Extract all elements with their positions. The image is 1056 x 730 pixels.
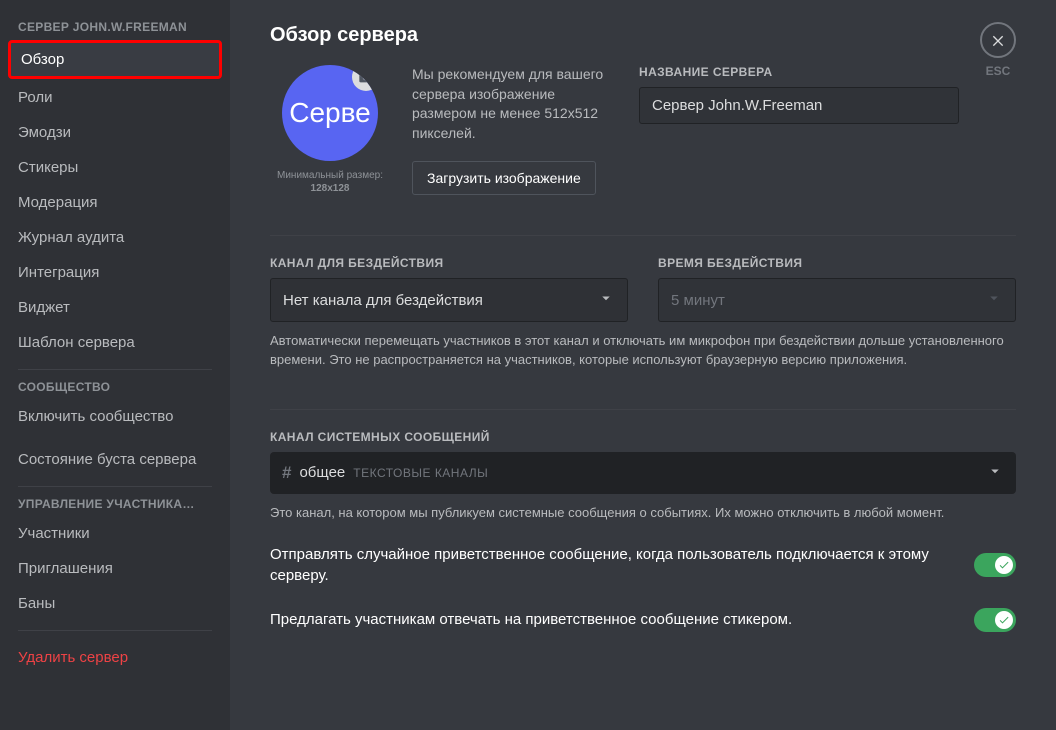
divider xyxy=(270,235,1016,236)
sidebar-item-boost-status[interactable]: Состояние буста сервера xyxy=(8,443,222,476)
chevron-down-icon xyxy=(986,462,1004,484)
server-name-input[interactable] xyxy=(639,87,959,124)
close-button-wrap[interactable]: ESC xyxy=(980,22,1016,78)
sidebar-item-invites[interactable]: Приглашения xyxy=(8,552,222,585)
sidebar-item-delete-server[interactable]: Удалить сервер xyxy=(8,641,222,674)
server-icon-column: Серве Минимальный размер: 128x128 xyxy=(270,65,390,195)
afk-timeout-value: 5 минут xyxy=(671,292,725,309)
sidebar-header: СЕРВЕР JOHN.W.FREEMAN xyxy=(8,20,222,40)
toggle-welcome-switch[interactable] xyxy=(974,553,1016,577)
sidebar-item-moderation[interactable]: Модерация xyxy=(8,186,222,219)
sidebar-section-members: УПРАВЛЕНИЕ УЧАСТНИКА… xyxy=(8,497,222,517)
close-icon xyxy=(980,22,1016,58)
sidebar-item-template[interactable]: Шаблон сервера xyxy=(8,326,222,359)
afk-channel-value: Нет канала для бездействия xyxy=(283,292,483,309)
upload-overlay-icon xyxy=(352,65,378,91)
sidebar-item-overview[interactable]: Обзор xyxy=(8,40,222,79)
settings-sidebar: СЕРВЕР JOHN.W.FREEMAN Обзор Роли Эмодзи … xyxy=(0,0,230,730)
system-channel-select[interactable]: # общее ТЕКСТОВЫЕ КАНАЛЫ xyxy=(270,452,1016,494)
toggle-sticker-switch[interactable] xyxy=(974,608,1016,632)
sidebar-section-community: СООБЩЕСТВО xyxy=(8,380,222,400)
chevron-down-icon xyxy=(985,289,1003,311)
page-title: Обзор сервера xyxy=(270,24,1016,47)
divider xyxy=(18,630,212,631)
min-size-caption: Минимальный размер: 128x128 xyxy=(270,169,390,195)
recommend-column: Мы рекомендуем для вашего сервера изобра… xyxy=(412,65,617,195)
server-name-label: НАЗВАНИЕ СЕРВЕРА xyxy=(639,65,1016,79)
divider xyxy=(18,369,212,370)
system-channel-category: ТЕКСТОВЫЕ КАНАЛЫ xyxy=(353,466,986,480)
check-icon xyxy=(995,556,1013,574)
main-content: ESC Обзор сервера Серве Минимальный разм… xyxy=(230,0,1056,730)
system-channel-help: Это канал, на котором мы публикуем систе… xyxy=(270,504,1016,522)
sidebar-item-members[interactable]: Участники xyxy=(8,517,222,550)
toggle-welcome-label: Отправлять случайное приветственное сооб… xyxy=(270,544,954,586)
hash-icon: # xyxy=(282,463,291,483)
server-icon-text: Серве xyxy=(289,97,371,129)
esc-label: ESC xyxy=(986,64,1011,78)
afk-timeout-label: ВРЕМЯ БЕЗДЕЙСТВИЯ xyxy=(658,256,1016,270)
sidebar-item-bans[interactable]: Баны xyxy=(8,587,222,620)
upload-image-button[interactable]: Загрузить изображение xyxy=(412,161,596,195)
server-icon-preview[interactable]: Серве xyxy=(282,65,378,161)
recommend-text: Мы рекомендуем для вашего сервера изобра… xyxy=(412,65,617,143)
sidebar-item-emoji[interactable]: Эмодзи xyxy=(8,116,222,149)
afk-channel-select[interactable]: Нет канала для бездействия xyxy=(270,278,628,322)
afk-channel-label: КАНАЛ ДЛЯ БЕЗДЕЙСТВИЯ xyxy=(270,256,628,270)
system-channel-value: общее xyxy=(299,464,345,481)
divider xyxy=(18,486,212,487)
afk-help-text: Автоматически перемещать участников в эт… xyxy=(270,332,1016,368)
sidebar-item-integrations[interactable]: Интеграция xyxy=(8,256,222,289)
check-icon xyxy=(995,611,1013,629)
sidebar-item-widget[interactable]: Виджет xyxy=(8,291,222,324)
chevron-down-icon xyxy=(597,289,615,311)
sidebar-item-stickers[interactable]: Стикеры xyxy=(8,151,222,184)
toggle-sticker-label: Предлагать участникам отвечать на привет… xyxy=(270,609,792,630)
system-channel-label: КАНАЛ СИСТЕМНЫХ СООБЩЕНИЙ xyxy=(270,430,1016,444)
sidebar-item-roles[interactable]: Роли xyxy=(8,81,222,114)
sidebar-item-audit-log[interactable]: Журнал аудита xyxy=(8,221,222,254)
afk-timeout-select[interactable]: 5 минут xyxy=(658,278,1016,322)
sidebar-item-enable-community[interactable]: Включить сообщество xyxy=(8,400,222,433)
divider xyxy=(270,409,1016,410)
